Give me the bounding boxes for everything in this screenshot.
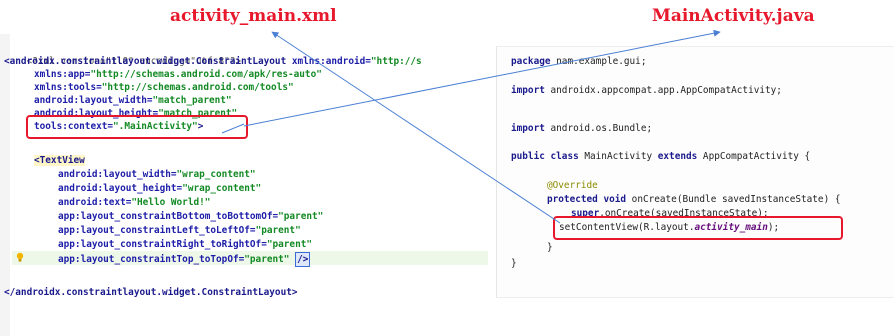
context-to-java-arrow xyxy=(243,29,721,127)
setcontent-to-xml-arrow xyxy=(271,31,561,224)
connector-arrows xyxy=(221,29,721,224)
context-arrow-stub xyxy=(221,123,245,134)
